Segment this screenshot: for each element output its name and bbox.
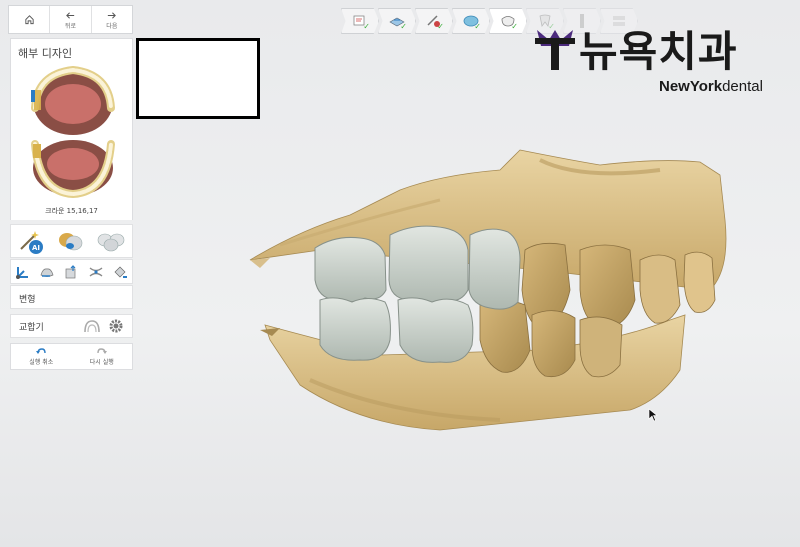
- connector-icon: [89, 266, 103, 277]
- check-icon: ✓: [363, 22, 370, 31]
- crown-upper-3[interactable]: [468, 228, 521, 310]
- arrow-left-icon: [66, 11, 75, 19]
- mouse-cursor-icon: [648, 408, 658, 422]
- logo-mark-icon: [535, 30, 575, 70]
- next-button[interactable]: 다음: [92, 6, 132, 33]
- workflow-step-model[interactable]: ✓: [378, 8, 416, 34]
- ai-badge: AI: [32, 244, 40, 252]
- history-bar: 실행 취소 다시 실행: [10, 343, 133, 370]
- transform-label-row: 변형: [10, 285, 133, 309]
- workflow-step-design[interactable]: ✓: [489, 8, 527, 34]
- check-icon: ✓: [400, 22, 407, 31]
- crown-lower-2[interactable]: [397, 297, 474, 363]
- edit-tools-row: [10, 259, 133, 284]
- home-icon: [25, 15, 34, 25]
- arch-thumbnail[interactable]: [10, 60, 133, 220]
- articulator-row: 교합기: [10, 314, 133, 338]
- next-label: 다음: [106, 22, 118, 30]
- crown-upper-2[interactable]: [388, 225, 469, 305]
- undo-button[interactable]: 실행 취소: [11, 344, 72, 369]
- dental-3d-viewport[interactable]: [240, 140, 800, 440]
- contact-tool-button[interactable]: [62, 263, 80, 281]
- redo-button[interactable]: 다시 실행: [72, 344, 133, 369]
- home-button[interactable]: [9, 6, 51, 33]
- teeth-group-icon: [97, 233, 125, 252]
- check-icon: ✓: [511, 22, 518, 31]
- crown-lower-1[interactable]: [319, 297, 391, 361]
- ai-design-button[interactable]: AI: [17, 227, 45, 255]
- undo-icon: [36, 348, 46, 354]
- back-button[interactable]: 뒤로: [50, 6, 92, 33]
- check-icon: ✓: [437, 22, 444, 31]
- paint-bucket-icon: [114, 266, 127, 278]
- ai-wand-icon: AI: [20, 231, 43, 254]
- workflow-step-margin[interactable]: ✓: [415, 8, 453, 34]
- workflow-step-insertion[interactable]: ✓: [452, 8, 490, 34]
- sculpt-icon: [40, 268, 54, 277]
- crown-library-icon: [59, 233, 83, 251]
- redo-label: 다시 실행: [89, 359, 114, 366]
- undo-label: 실행 취소: [29, 359, 54, 366]
- logo-korean-text: 뉴욕치과: [579, 27, 738, 76]
- clinic-logo: 뉴욕치과 NewYorkdental: [533, 24, 783, 98]
- gear-icon[interactable]: [108, 318, 124, 334]
- logo-english-light: dental: [722, 78, 763, 95]
- crown-upper-1[interactable]: [314, 237, 387, 303]
- overlay-box: [136, 38, 260, 119]
- articulator-icon[interactable]: [82, 318, 102, 334]
- back-label: 뒤로: [64, 22, 77, 30]
- redo-icon: [97, 348, 107, 354]
- design-tools-row: AI: [10, 224, 133, 258]
- check-icon: ✓: [474, 22, 481, 31]
- thumbnail-caption: 크라운 15,16,17: [45, 207, 98, 215]
- navigation-bar: 뒤로 다음: [8, 5, 133, 34]
- section-header: 해부 디자인: [10, 38, 133, 68]
- jaw-arches-image: [31, 65, 115, 199]
- adjacent-teeth-button[interactable]: [96, 228, 126, 254]
- transform-tool-button[interactable]: [14, 263, 32, 281]
- fill-tool-button[interactable]: [111, 263, 129, 281]
- workflow-step-scan[interactable]: ✓: [341, 8, 379, 34]
- logo-english-bold: NewYork: [659, 78, 723, 95]
- articulator-label: 교합기: [19, 322, 44, 333]
- crown-library-button[interactable]: [56, 228, 84, 254]
- sculpt-tool-button[interactable]: [38, 263, 56, 281]
- transform-label: 변형: [19, 295, 36, 305]
- move-axis-icon: [16, 266, 29, 279]
- arrow-right-icon: [108, 11, 117, 19]
- contact-icon: [66, 264, 76, 278]
- logo-english-text: NewYorkdental: [659, 78, 763, 95]
- connector-tool-button[interactable]: [87, 263, 105, 281]
